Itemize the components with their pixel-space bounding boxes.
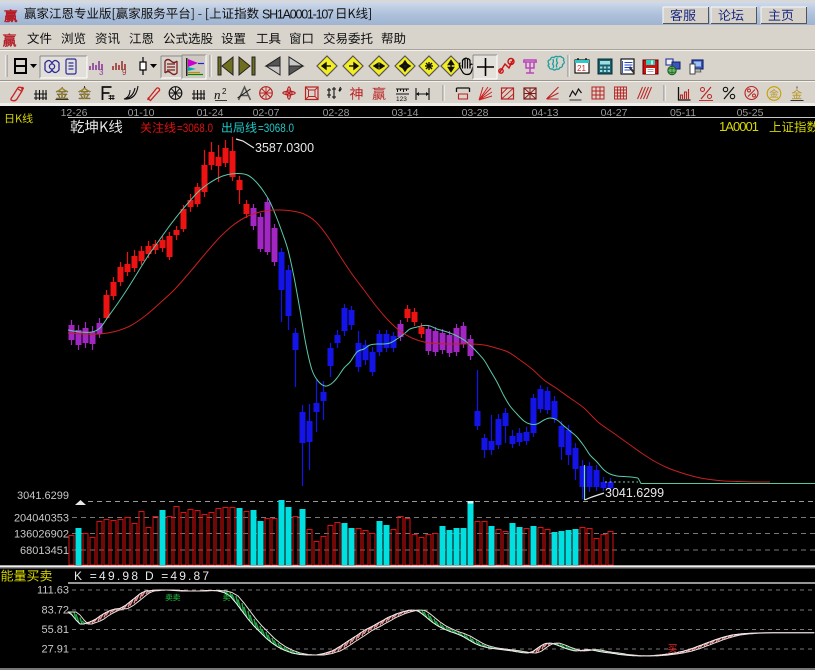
svg-text:n: n [214, 87, 221, 102]
svg-text:3041.6299: 3041.6299 [605, 486, 664, 500]
svg-text:111.63: 111.63 [37, 585, 69, 597]
svg-text:136026902: 136026902 [14, 529, 69, 541]
svg-text:=3068.0: =3068.0 [258, 123, 294, 135]
svg-text:21: 21 [577, 64, 586, 73]
svg-text:1A0001: 1A0001 [719, 119, 759, 134]
svg-text:123: 123 [396, 96, 407, 103]
svg-text:3041.6299: 3041.6299 [17, 490, 69, 502]
svg-text:204040353: 204040353 [14, 513, 69, 525]
svg-text:3587.0300: 3587.0300 [255, 141, 314, 155]
svg-text:55.81: 55.81 [41, 624, 69, 636]
svg-text:68013451: 68013451 [20, 545, 69, 557]
svg-text:9: 9 [122, 68, 127, 77]
svg-text:=3068.0: =3068.0 [177, 123, 213, 135]
svg-text:3: 3 [99, 68, 104, 77]
svg-text:2: 2 [222, 87, 227, 96]
svg-text:27.91: 27.91 [41, 644, 69, 656]
svg-text:SH1A0001-107: SH1A0001-107 [262, 8, 334, 22]
svg-text:83.72: 83.72 [41, 605, 69, 617]
